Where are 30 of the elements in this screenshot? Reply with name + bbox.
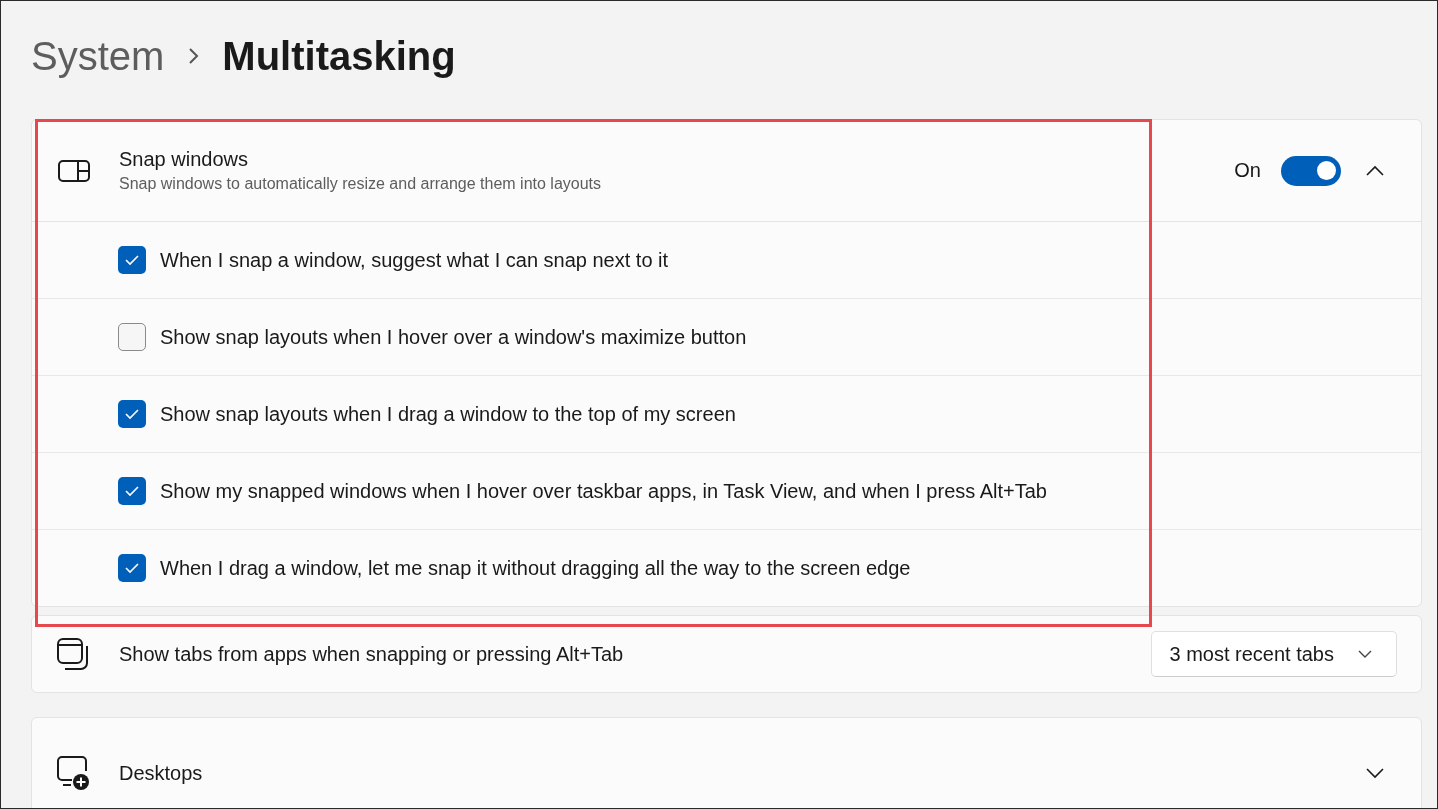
option-label: Show snap layouts when I drag a window to the top of my screen [160, 402, 736, 426]
toggle-switch[interactable] [1281, 155, 1341, 186]
monitor-add-icon [56, 756, 90, 790]
chevron-icon[interactable] [1365, 164, 1385, 177]
caret-icon [1358, 650, 1372, 658]
checkmark-icon [124, 254, 140, 266]
option-label: When I drag a window, let me snap it without dragging all the way to the screen edge [160, 556, 911, 580]
option-label: When I snap a window, suggest what I can snap next to it [160, 248, 669, 272]
option-label: Show snap layouts when I hover over a window's maximize button [160, 325, 747, 349]
setting-title: Desktops [119, 761, 204, 785]
checkmark-icon [124, 562, 140, 574]
breadcrumb-parent[interactable]: System [31, 33, 165, 79]
stacked-windows-icon [56, 637, 90, 671]
chevron-icon[interactable] [1365, 767, 1385, 779]
checkbox[interactable] [118, 246, 146, 274]
dropdown[interactable]: 3 most recent tabs [1151, 631, 1397, 677]
checkmark-icon [124, 408, 140, 420]
checkbox[interactable] [118, 554, 146, 582]
setting-title: Show tabs from apps when snapping or pressing Alt+Tab [119, 642, 625, 666]
checkbox[interactable] [118, 477, 146, 505]
setting-description: Snap windows to automatically resize and arrange them into layouts [119, 175, 603, 193]
setting-title: Snap windows [119, 148, 249, 171]
option-label: Show my snapped windows when I hover over taskbar apps, in Task View, and when I press Alt+Tab [160, 479, 1047, 503]
chevron-right-icon [186, 46, 201, 66]
snap-layout-icon [58, 159, 90, 182]
checkbox[interactable] [118, 323, 146, 351]
checkmark-icon [124, 485, 140, 497]
page-title: Multitasking [222, 33, 456, 79]
checkbox[interactable] [118, 400, 146, 428]
toggle-label: On [1234, 159, 1261, 182]
